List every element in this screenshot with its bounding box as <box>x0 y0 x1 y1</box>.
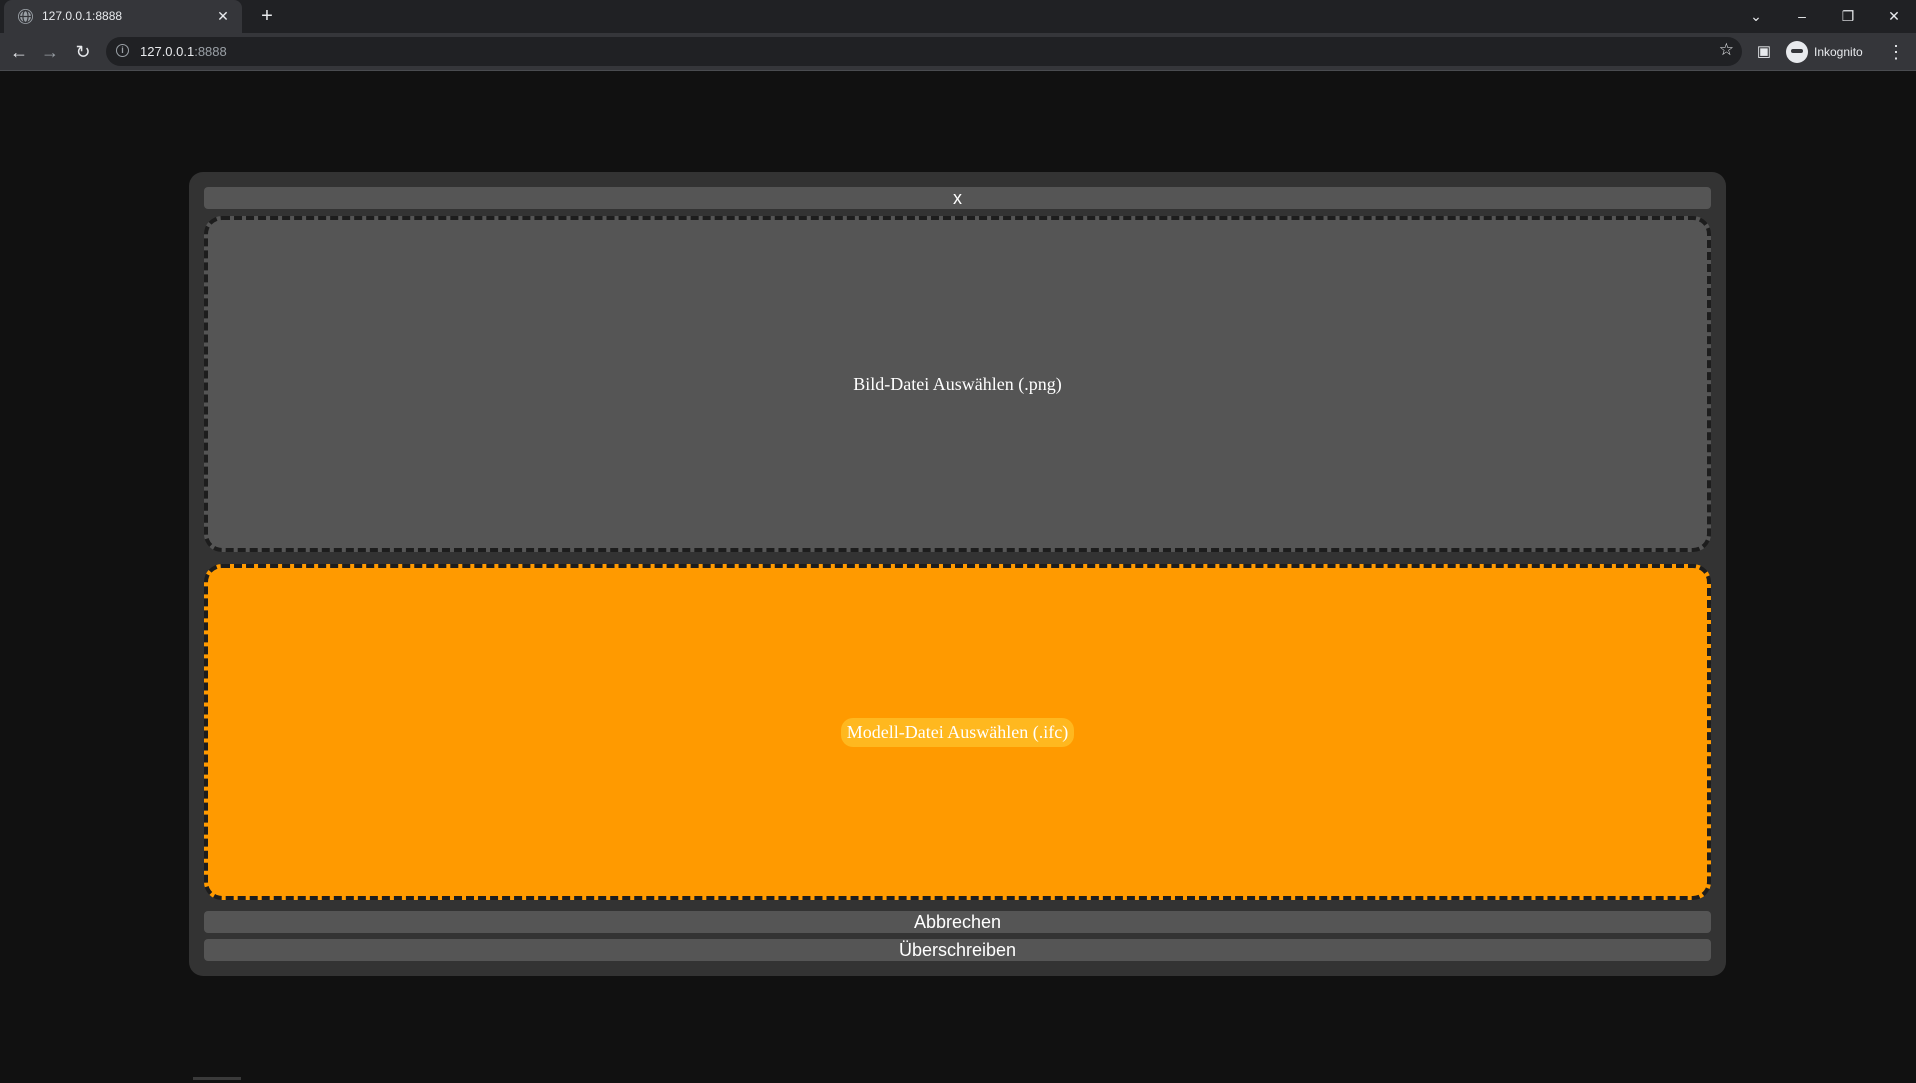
ifc-file-dropzone[interactable]: Modell-Datei Auswählen (.ifc) <box>204 564 1711 900</box>
back-button[interactable]: ← <box>6 39 32 65</box>
close-button[interactable]: x <box>204 187 1711 209</box>
browser-toolbar: ← → ↻ i 127.0.0.1:8888 ☆ ▣ Inkognito ⋮ <box>0 33 1916 71</box>
minimize-button[interactable]: – <box>1788 4 1816 28</box>
forward-button[interactable]: → <box>37 39 63 65</box>
tab-search-icon[interactable]: ⌄ <box>1742 4 1770 28</box>
browser-tab[interactable]: 127.0.0.1:8888 ✕ <box>4 0 242 33</box>
profile-label: Inkognito <box>1814 45 1863 59</box>
new-tab-button[interactable]: + <box>256 6 278 28</box>
reload-button[interactable]: ↻ <box>70 39 96 65</box>
url-text[interactable]: 127.0.0.1:8888 <box>140 44 227 59</box>
tab-title: 127.0.0.1:8888 <box>42 9 123 23</box>
profile-button[interactable]: Inkognito <box>1786 39 1863 65</box>
tab-close-icon[interactable]: ✕ <box>214 7 232 25</box>
window-close-button[interactable]: ✕ <box>1880 4 1908 28</box>
cancel-button[interactable]: Abbrechen <box>204 911 1711 933</box>
overwrite-button[interactable]: Überschreiben <box>204 939 1711 961</box>
globe-icon <box>18 9 33 24</box>
ifc-dropzone-label: Modell-Datei Auswählen (.ifc) <box>840 717 1075 747</box>
upload-dialog: x Bild-Datei Auswählen (.png) Modell-Dat… <box>189 172 1726 976</box>
address-bar[interactable]: i 127.0.0.1:8888 ☆ <box>106 37 1742 66</box>
tab-strip: 127.0.0.1:8888 ✕ + ⌄ – ❐ ✕ <box>0 0 1916 33</box>
side-panel-icon[interactable]: ▣ <box>1751 39 1777 65</box>
scrollbar-thumb[interactable] <box>193 1077 241 1080</box>
png-file-dropzone[interactable]: Bild-Datei Auswählen (.png) <box>204 216 1711 552</box>
incognito-icon <box>1786 41 1808 63</box>
restore-button[interactable]: ❐ <box>1834 4 1862 28</box>
bookmark-star-icon[interactable]: ☆ <box>1719 40 1734 60</box>
info-icon[interactable]: i <box>116 44 129 57</box>
png-dropzone-label: Bild-Datei Auswählen (.png) <box>853 373 1062 394</box>
menu-icon[interactable]: ⋮ <box>1883 39 1909 65</box>
